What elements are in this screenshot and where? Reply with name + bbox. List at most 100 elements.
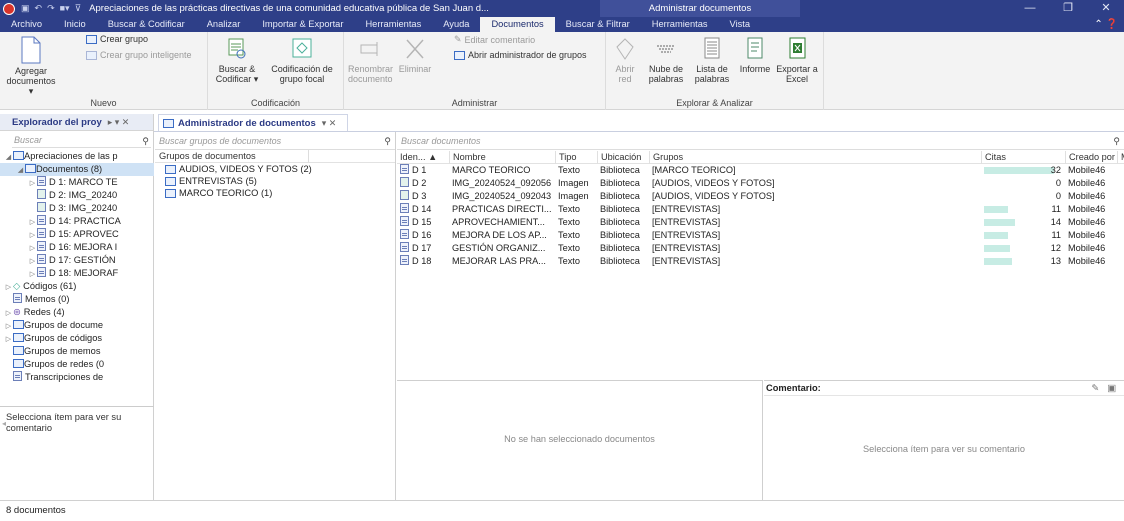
restore-button[interactable]: ❐ [1050,0,1086,17]
tree-item[interactable]: ▷ D 18: MEJORAF [0,267,154,280]
table-row[interactable]: D 17 GESTIÓN ORGANIZ... Texto Biblioteca [EN… [397,242,1124,255]
create-smart-group-button[interactable]: Crear grupo inteligente [86,50,192,60]
groups-search-input[interactable]: Buscar grupos de documentos ⚲ [155,132,395,150]
document-group-item[interactable]: AUDIOS, VIDEOS Y FOTOS (2) [155,163,395,175]
col-ubicacion-header[interactable]: Ubicación [597,151,649,164]
create-group-button[interactable]: Crear grupo [86,34,148,44]
tab-ayuda[interactable]: Ayuda [432,17,480,32]
search-code-button[interactable]: Buscar & Codificar ▾ [212,36,262,84]
table-row[interactable]: D 3 IMG_20240524_092043 Imagen Biblioteca [A… [397,190,1124,203]
col-tipo-header[interactable]: Tipo [555,151,597,164]
delete-button[interactable]: Eliminar [396,36,434,74]
tree-item[interactable]: D 3: IMG_20240 [0,202,154,215]
expand-arrow-icon[interactable]: ▷ [28,177,37,189]
col-id-header[interactable]: Iden... ▲ [397,151,449,164]
col-citas-header[interactable]: Citas [981,151,1065,164]
rename-document-button[interactable]: Renombrar documento [348,36,393,84]
open-group-manager-button[interactable]: Abrir administrador de grupos [454,50,587,60]
cell-nombre: APROVECHAMIENT... [452,217,545,227]
edit-comment-icon[interactable]: ✎ [1091,381,1099,396]
tree-item[interactable]: ◢ Documentos (8) [0,163,154,176]
tab-inicio[interactable]: Inicio [53,17,97,32]
table-row[interactable]: D 14 PRACTICAS DIRECTI... Texto Biblioteca [… [397,203,1124,216]
tree-item[interactable]: Transcripciones de [0,371,154,384]
atlas-app-icon[interactable] [3,2,15,15]
customize-icon[interactable]: ⊽ [75,3,82,14]
table-row[interactable]: D 1 MARCO TEORICO Texto Biblioteca [MARCO TE… [397,164,1124,177]
expand-arrow-icon[interactable]: ▷ [28,268,37,280]
word-cloud-button[interactable]: Nube de palabras [644,36,688,84]
tab-herramientas-contexto[interactable]: Herramientas [641,17,719,32]
tab-documentos[interactable]: Documentos [480,17,555,32]
documents-search-input[interactable]: Buscar documentos ⚲ [397,132,1124,150]
groups-column-header[interactable]: Grupos de documentos [155,150,395,163]
word-list-button[interactable]: Lista de palabras [692,36,732,84]
expand-arrow-icon[interactable]: ◢ [4,151,13,163]
tree-item[interactable]: ▷ Grupos de códigos [0,332,154,345]
table-row[interactable]: D 16 MEJORA DE LOS AP... Texto Biblioteca [E… [397,229,1124,242]
tree-item[interactable]: ▷ Grupos de docume [0,319,154,332]
tab-vista[interactable]: Vista [719,17,762,32]
cell-nombre: MEJORA DE LOS AP... [452,230,547,240]
col-creado-header[interactable]: Creado por [1065,151,1117,164]
tab-importar-exportar[interactable]: Importar & Exportar [251,17,354,32]
document-group-item[interactable]: MARCO TEORICO (1) [155,187,395,199]
tree-item[interactable]: ▷ ⊛ Redes (4) [0,306,154,319]
expand-arrow-icon[interactable]: ▷ [4,307,13,319]
tab-analizar[interactable]: Analizar [196,17,252,32]
expand-arrow-icon[interactable]: ▷ [28,242,37,254]
tree-item[interactable]: ▷ D 17: GESTIÓN [0,254,154,267]
tree-item[interactable]: ▷ D 16: MEJORA I [0,241,154,254]
undo-icon[interactable]: ↶ [35,3,43,14]
tree-item[interactable]: ▷ D 1: MARCO TE [0,176,154,189]
search-code-icon [228,38,246,59]
col-m-header[interactable]: M [1117,151,1124,164]
save-icon[interactable]: ▣ [21,3,30,14]
tab-archivo[interactable]: Archivo [0,17,53,32]
close-button[interactable]: ✕ [1088,0,1124,17]
tab-herramientas[interactable]: Herramientas [354,17,432,32]
tree-item[interactable]: ▷ D 14: PRACTICA [0,215,154,228]
doc-manager-tab[interactable]: Administrador de documentos ▾ ✕ [158,114,348,131]
expand-arrow-icon[interactable]: ▷ [4,281,13,293]
collapse-ribbon-icon[interactable]: ⌃ ❓ [1094,17,1118,32]
tree-item[interactable]: Grupos de redes (0 [0,358,154,371]
tab-buscar-filtrar[interactable]: Buscar & Filtrar [555,17,641,32]
tree-item[interactable]: Grupos de memos [0,345,154,358]
tree-item[interactable]: ▷ D 15: APROVEC [0,228,154,241]
report-button[interactable]: Informe [736,36,774,74]
redo-icon[interactable]: ↷ [47,3,55,14]
tree-item-label: Memos (0) [25,294,70,304]
expand-arrow-icon[interactable]: ◢ [16,164,25,176]
edit-comment-button[interactable]: ✎ Editar comentario [454,34,535,45]
open-network-button[interactable]: Abrir red [610,36,640,84]
layout-icon[interactable]: ■▾ [60,3,70,14]
tab-buscar-codificar[interactable]: Buscar & Codificar [97,17,196,32]
table-row[interactable]: D 15 APROVECHAMIENT... Texto Biblioteca [ENT… [397,216,1124,229]
add-documents-button[interactable]: Agregar documentos ▾ [4,36,58,96]
comment-placeholder: Selecciona ítem para ver su comentario [863,444,1025,454]
document-group-item[interactable]: ENTREVISTAS (5) [155,175,395,187]
expand-arrow-icon[interactable]: ▷ [28,255,37,267]
no-selection-message: No se han seleccionado documentos [504,434,655,444]
tree-item[interactable]: ◢ Apreciaciones de las p [0,150,154,163]
focus-group-coding-button[interactable]: Codificación de grupo focal [264,36,340,84]
expand-arrow-icon[interactable]: ▷ [4,320,13,332]
export-excel-button[interactable]: Exportar a Excel [776,36,818,84]
col-nombre-header[interactable]: Nombre [449,151,555,164]
pane-menu-icon[interactable]: ▸ ▾ ✕ [108,117,130,128]
tree-item[interactable]: D 2: IMG_20240 [0,189,154,202]
col-grupos-header[interactable]: Grupos [649,151,981,164]
expand-arrow-icon[interactable]: ▷ [4,333,13,345]
expand-arrow-icon[interactable]: ▷ [28,216,37,228]
save-comment-icon[interactable]: ▣ [1107,381,1116,396]
table-row[interactable]: D 18 MEJORAR LAS PRA... Texto Biblioteca [EN… [397,255,1124,268]
table-row[interactable]: D 2 IMG_20240524_092056 Imagen Biblioteca [A… [397,177,1124,190]
expand-arrow-icon[interactable]: ▷ [28,229,37,241]
minimize-button[interactable]: — [1012,0,1048,17]
project-search-input[interactable]: Buscar ⚲ [12,133,151,148]
cell-citas: 11 [1051,204,1061,214]
tree-item[interactable]: Memos (0) [0,293,154,306]
tree-item[interactable]: ▷ ◇ Códigos (61) [0,280,154,293]
doc-manager-tab-controls-icon[interactable]: ▾ ✕ [322,118,337,129]
